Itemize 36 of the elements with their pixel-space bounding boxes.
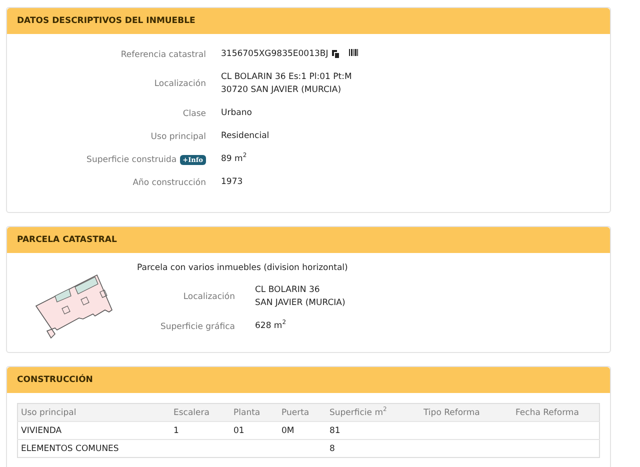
- field-label: Año construcción: [132, 178, 206, 188]
- field-label: Localización: [182, 292, 235, 302]
- field-value: 1973: [221, 176, 243, 189]
- table-cell: 1: [174, 426, 179, 436]
- column-header: Tipo Reforma: [424, 408, 480, 418]
- copy-icon[interactable]: [332, 50, 340, 59]
- barcode-icon[interactable]: [349, 49, 358, 56]
- column-header: Planta: [234, 408, 260, 418]
- table-cell: 01: [234, 426, 244, 436]
- column-header: Superficie m$^{2}$: [330, 408, 387, 418]
- section-header: PARCELA CATASTRAL: [7, 227, 610, 253]
- field-value: 89 m$^{2}$: [221, 153, 247, 166]
- field-value: CL BOLARIN 36 SAN JAVIER (MURCIA): [255, 284, 346, 310]
- table-cell: 81: [330, 426, 340, 436]
- column-header: Escalera: [174, 408, 210, 418]
- column-header: Uso principal: [21, 408, 76, 418]
- field-value: 3156705XG9835E0013BJ: [221, 48, 328, 61]
- field-value: 628 m$^{2}$: [255, 320, 288, 333]
- field-value: Residencial: [221, 130, 270, 143]
- field-label: Superficie gráfica: [159, 322, 235, 332]
- section-header: CONSTRUCCIÓN: [7, 367, 610, 393]
- table-cell: VIVIENDA: [21, 426, 62, 436]
- field-label: Referencia catastral: [120, 50, 206, 60]
- field-value: Urbano: [221, 107, 252, 120]
- table-cell: 8: [330, 444, 335, 454]
- table-cell: 0M: [282, 426, 294, 436]
- section-header: DATOS DESCRIPTIVOS DEL INMUEBLE: [7, 8, 610, 34]
- field-label: Localización: [154, 79, 206, 89]
- table-cell: ELEMENTOS COMUNES: [21, 444, 119, 454]
- field-label: Uso principal: [150, 132, 206, 142]
- parcel-description: Parcela con varios inmuebles (division horizontal): [137, 263, 348, 273]
- field-label: Superficie construida: [86, 154, 177, 164]
- column-header: Puerta: [282, 408, 310, 418]
- field-value: CL BOLARIN 36 Es:1 Pl:01 Pt:M 30720 SAN JAVIER (MURCIA): [221, 71, 352, 97]
- column-header: Fecha Reforma: [516, 408, 579, 418]
- field-label: Clase: [182, 108, 206, 118]
